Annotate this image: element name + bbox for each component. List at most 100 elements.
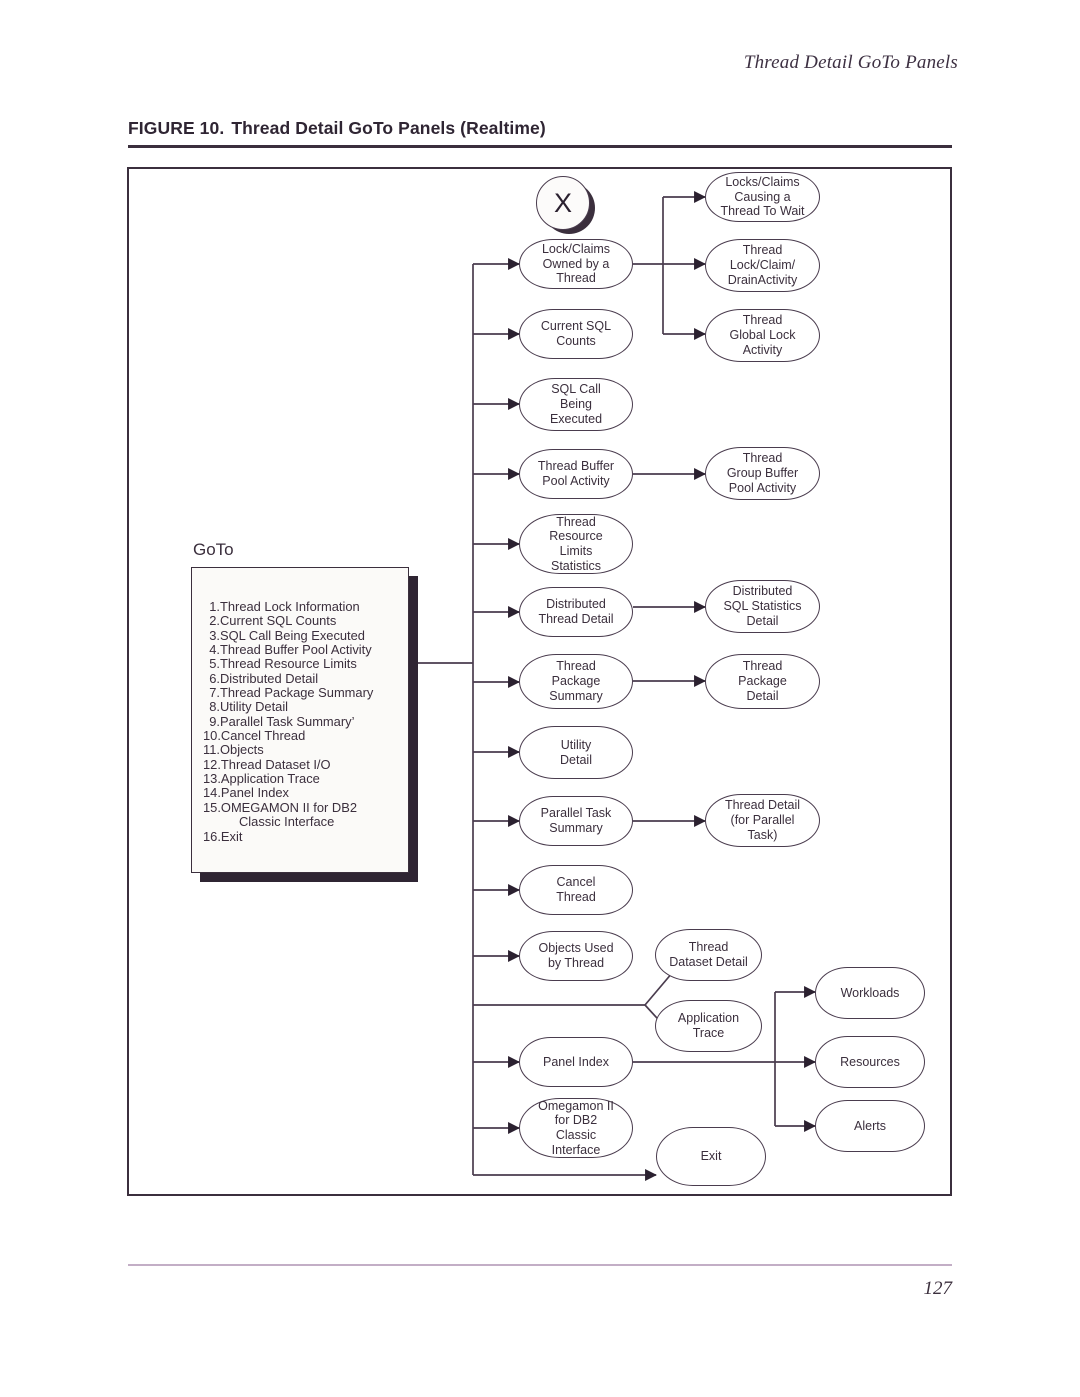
- goto-item-label: Exit: [220, 828, 243, 844]
- node-label: Panel Index: [542, 1054, 610, 1069]
- node-label: Current SQL Counts: [540, 319, 612, 348]
- figure-title: Thread Detail GoTo Panels (Realtime): [231, 118, 546, 138]
- goto-menu-item-5[interactable]: 5. Thread Resource Limits: [203, 656, 409, 672]
- node-label: SQL Call Being Executed: [549, 382, 603, 426]
- node-label: Thread Resource Limits Statistics: [549, 514, 603, 573]
- node-label: Distributed SQL Statistics Detail: [723, 584, 802, 628]
- goto-menu-item-10[interactable]: 10. Cancel Thread: [203, 728, 409, 744]
- node-resources[interactable]: Resources: [815, 1036, 925, 1088]
- node-distributed-sql-stats[interactable]: Distributed SQL Statistics Detail: [705, 580, 820, 633]
- goto-menu-item-9[interactable]: 9. Parallel Task Summary’: [203, 713, 409, 729]
- goto-item-label: Cancel Thread: [220, 728, 306, 744]
- node-thread-group-buffer[interactable]: Thread Group Buffer Pool Activity: [705, 447, 820, 500]
- goto-menu-item-3[interactable]: 3. SQL Call Being Executed: [203, 627, 409, 643]
- node-parallel-task-summary[interactable]: Parallel Task Summary: [519, 796, 633, 846]
- node-label: Workloads: [840, 985, 900, 1000]
- goto-menu-item-16[interactable]: Classic Interface: [203, 814, 409, 830]
- node-label: Thread Detail (for Parallel Task): [724, 798, 801, 842]
- node-distributed-thread[interactable]: Distributed Thread Detail: [519, 587, 633, 637]
- node-label: Omegamon II for DB2 Classic Interface: [538, 1098, 614, 1157]
- goto-menu-item-12[interactable]: 12. Thread Dataset I/O: [203, 756, 409, 772]
- node-label: Utility Detail: [560, 737, 592, 767]
- goto-item-number: 3.: [209, 627, 220, 643]
- node-label: Thread Group Buffer Pool Activity: [726, 451, 799, 495]
- goto-item-label: Thread Lock Information: [220, 599, 360, 614]
- goto-item-number: 11.: [203, 742, 220, 758]
- node-label: Thread Lock/Claim/DrainActivity: [727, 243, 798, 287]
- node-workloads[interactable]: Workloads: [815, 967, 925, 1019]
- goto-item-number: 2.: [209, 613, 220, 629]
- goto-item-number: 5.: [209, 656, 220, 672]
- goto-item-label: SQL Call Being Executed: [220, 627, 365, 643]
- goto-menu-item-2[interactable]: 2. Current SQL Counts: [203, 613, 409, 629]
- goto-item-number: 9.: [209, 713, 220, 729]
- goto-menu-item-6[interactable]: 6. Distributed Detail: [203, 670, 409, 686]
- goto-item-number: 12.: [203, 756, 221, 772]
- node-omegamon-classic[interactable]: Omegamon II for DB2 Classic Interface: [519, 1098, 633, 1158]
- goto-menu-item-17[interactable]: 16. Exit: [203, 828, 409, 844]
- node-label: Alerts: [854, 1118, 886, 1133]
- goto-item-number: 1.: [209, 599, 220, 614]
- node-thread-resource-limits[interactable]: Thread Resource Limits Statistics: [519, 514, 633, 574]
- node-exit[interactable]: Exit: [656, 1127, 766, 1186]
- goto-menu-item-15[interactable]: 15. OMEGAMON II for DB2: [203, 799, 409, 815]
- goto-item-number: 15.: [203, 799, 221, 815]
- node-label: Distributed Thread Detail: [538, 597, 614, 626]
- node-sql-call-executed[interactable]: SQL Call Being Executed: [519, 378, 633, 431]
- node-application-trace[interactable]: Application Trace: [655, 1000, 762, 1052]
- goto-menu-item-8[interactable]: 8. Utility Detail: [203, 699, 409, 715]
- node-thread-global-lock[interactable]: Thread Global Lock Activity: [705, 309, 820, 362]
- goto-item-label: Thread Package Summary: [220, 685, 374, 701]
- node-label: Thread Package Summary: [549, 659, 603, 703]
- goto-item-label: Panel Index: [220, 785, 290, 801]
- node-locks-claims-wait[interactable]: Locks/Claims Causing a Thread To Wait: [705, 172, 820, 222]
- node-current-sql-counts[interactable]: Current SQL Counts: [519, 309, 633, 359]
- node-lock-claims-owned[interactable]: Lock/Claims Owned by a Thread: [519, 239, 633, 289]
- node-thread-dataset-detail[interactable]: Thread Dataset Detail: [655, 929, 762, 981]
- node-thread-lock-drain[interactable]: Thread Lock/Claim/DrainActivity: [705, 239, 820, 292]
- goto-item-label: Classic Interface: [239, 814, 335, 830]
- goto-item-number: 6.: [209, 670, 220, 686]
- goto-menu-item-7[interactable]: 7. Thread Package Summary: [203, 685, 409, 701]
- goto-menu-item-14[interactable]: 14. Panel Index: [203, 785, 409, 801]
- goto-menu-item-11[interactable]: 11. Objects: [203, 742, 409, 758]
- goto-menu-list: 1. Thread Lock Information 2. Current SQL C…: [203, 599, 409, 844]
- node-label: Parallel Task Summary: [540, 806, 612, 835]
- goto-item-number: 14.: [203, 785, 221, 801]
- goto-item-label: Distributed Detail: [220, 670, 319, 686]
- x-close-badge[interactable]: X: [536, 176, 595, 234]
- node-thread-package-detail[interactable]: Thread Package Detail: [705, 654, 820, 709]
- x-icon[interactable]: X: [536, 176, 590, 230]
- goto-item-label: Thread Buffer Pool Activity: [220, 642, 372, 658]
- node-utility-detail[interactable]: Utility Detail: [519, 726, 633, 779]
- goto-item-label: Utility Detail: [220, 699, 289, 715]
- node-label: Thread Buffer Pool Activity: [537, 459, 615, 488]
- node-thread-buffer-pool[interactable]: Thread Buffer Pool Activity: [519, 449, 633, 499]
- goto-menu-item-4[interactable]: 4. Thread Buffer Pool Activity: [203, 642, 409, 658]
- node-thread-detail-parallel[interactable]: Thread Detail (for Parallel Task): [705, 794, 820, 847]
- node-thread-package-summary[interactable]: Thread Package Summary: [519, 654, 633, 709]
- goto-item-label: Application Trace: [220, 771, 320, 787]
- goto-item-number: 10.: [203, 728, 221, 744]
- node-cancel-thread[interactable]: Cancel Thread: [519, 865, 633, 915]
- node-alerts[interactable]: Alerts: [815, 1100, 925, 1152]
- node-panel-index[interactable]: Panel Index: [519, 1037, 633, 1087]
- goto-item-label: Thread Dataset I/O: [220, 756, 331, 772]
- goto-item-label: OMEGAMON II for DB2: [220, 799, 358, 815]
- node-label: Resources: [840, 1054, 900, 1069]
- goto-menu-item-13[interactable]: 13. Application Trace: [203, 771, 409, 787]
- goto-item-number: 8.: [209, 699, 220, 715]
- node-label: Application Trace: [677, 1011, 740, 1040]
- goto-item-number: 13.: [203, 771, 221, 787]
- node-objects-used[interactable]: Objects Used by Thread: [519, 931, 633, 981]
- node-label: Objects Used by Thread: [538, 941, 614, 970]
- node-label: Thread Dataset Detail: [669, 940, 748, 969]
- node-label: Cancel Thread: [556, 875, 596, 904]
- page-number: 127: [923, 1278, 953, 1299]
- goto-heading: GoTo: [193, 540, 234, 559]
- goto-item-label: Parallel Task Summary’: [220, 713, 355, 729]
- goto-item-label: Objects: [220, 742, 264, 758]
- node-label: Locks/Claims Causing a Thread To Wait: [720, 174, 805, 219]
- goto-menu-item-1[interactable]: 1. Thread Lock Information: [203, 599, 409, 614]
- goto-item-label: Current SQL Counts: [220, 613, 337, 629]
